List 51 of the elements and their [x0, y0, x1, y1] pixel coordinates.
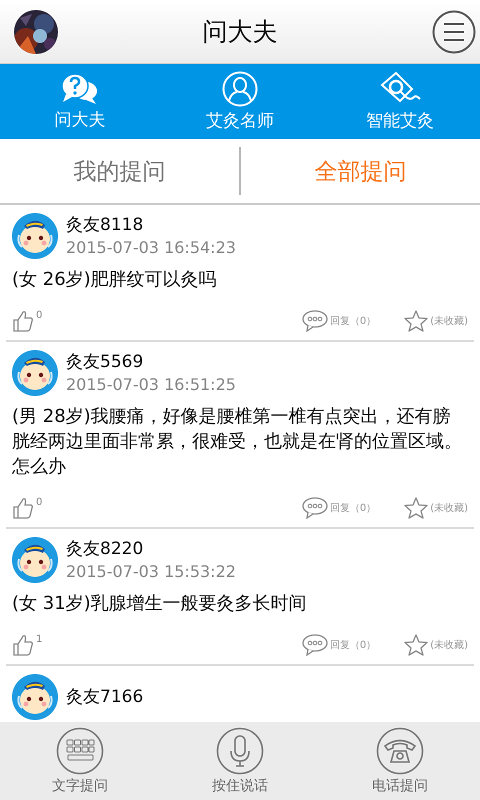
username: 灸友8220	[66, 538, 144, 561]
username: 灸友5569	[66, 351, 144, 374]
reply-button[interactable]: 回复（0）	[302, 310, 376, 332]
avatar-icon	[12, 213, 58, 259]
post-time: 2015-07-03 15:53:22	[66, 561, 236, 583]
question-text: (女 26岁)肥胖纹可以灸吗	[12, 268, 218, 292]
thumbs-up-icon	[12, 497, 34, 519]
post-time: 2015-07-03 16:51:25	[66, 374, 236, 396]
speech-bubble-icon	[302, 497, 328, 519]
person-icon	[222, 71, 258, 107]
star-icon	[404, 634, 428, 656]
like-count: 0	[36, 310, 42, 321]
keyboard-icon	[56, 727, 104, 775]
star-icon	[404, 310, 428, 332]
tab[interactable]: 全部提问	[241, 139, 480, 203]
like-button[interactable]: 1	[12, 634, 42, 656]
post-time: 2015-07-03 16:54:23	[66, 237, 236, 259]
tab[interactable]: 我的提问	[0, 139, 239, 203]
favorite-button[interactable]: (未收藏)	[404, 634, 468, 656]
thumbs-up-icon	[12, 310, 34, 332]
reply-button[interactable]: 回复（0）	[302, 497, 376, 519]
nav-item[interactable]: 智能艾灸	[340, 71, 460, 132]
page-title: 问大夫	[202, 16, 278, 48]
question-text: (男 28岁)我腰痛，好像是腰椎第一椎有点突出，还有膀胱经两边里面非常累，很难受，也就是在肾的位置区域。怎么办	[12, 405, 463, 479]
username: 灸友8118	[66, 214, 144, 237]
thumbs-up-icon	[12, 634, 34, 656]
avatar-icon	[12, 674, 58, 720]
favorite-button[interactable]: (未收藏)	[404, 310, 468, 332]
ask-option-button[interactable]: 电话提问	[340, 727, 460, 795]
reply-button[interactable]: 回复（0）	[302, 634, 376, 656]
avatar-icon	[12, 350, 58, 396]
avatar-icon	[12, 537, 58, 583]
microphone-icon	[216, 727, 264, 775]
like-count: 1	[36, 634, 42, 645]
like-button[interactable]: 0	[12, 497, 42, 519]
like-button[interactable]: 0	[12, 310, 42, 332]
chat-question-icon	[60, 72, 100, 106]
speech-bubble-icon	[302, 634, 328, 656]
nav-item[interactable]: 艾灸名师	[180, 71, 300, 132]
nav-item[interactable]: 问大夫	[20, 72, 140, 131]
ask-option-button[interactable]: 按住说话	[180, 727, 300, 795]
star-icon	[404, 497, 428, 519]
ask-option-button[interactable]: 文字提问	[20, 727, 140, 795]
menu-icon	[432, 10, 476, 54]
telephone-icon	[376, 727, 424, 775]
question-text: (女 31岁)乳腺增生一般要灸多长时间	[12, 592, 308, 616]
like-count: 0	[36, 497, 42, 508]
favorite-button[interactable]: (未收藏)	[404, 497, 468, 519]
menu-button[interactable]	[432, 10, 476, 54]
username: 灸友7166	[66, 686, 144, 709]
speech-bubble-icon	[302, 310, 328, 332]
